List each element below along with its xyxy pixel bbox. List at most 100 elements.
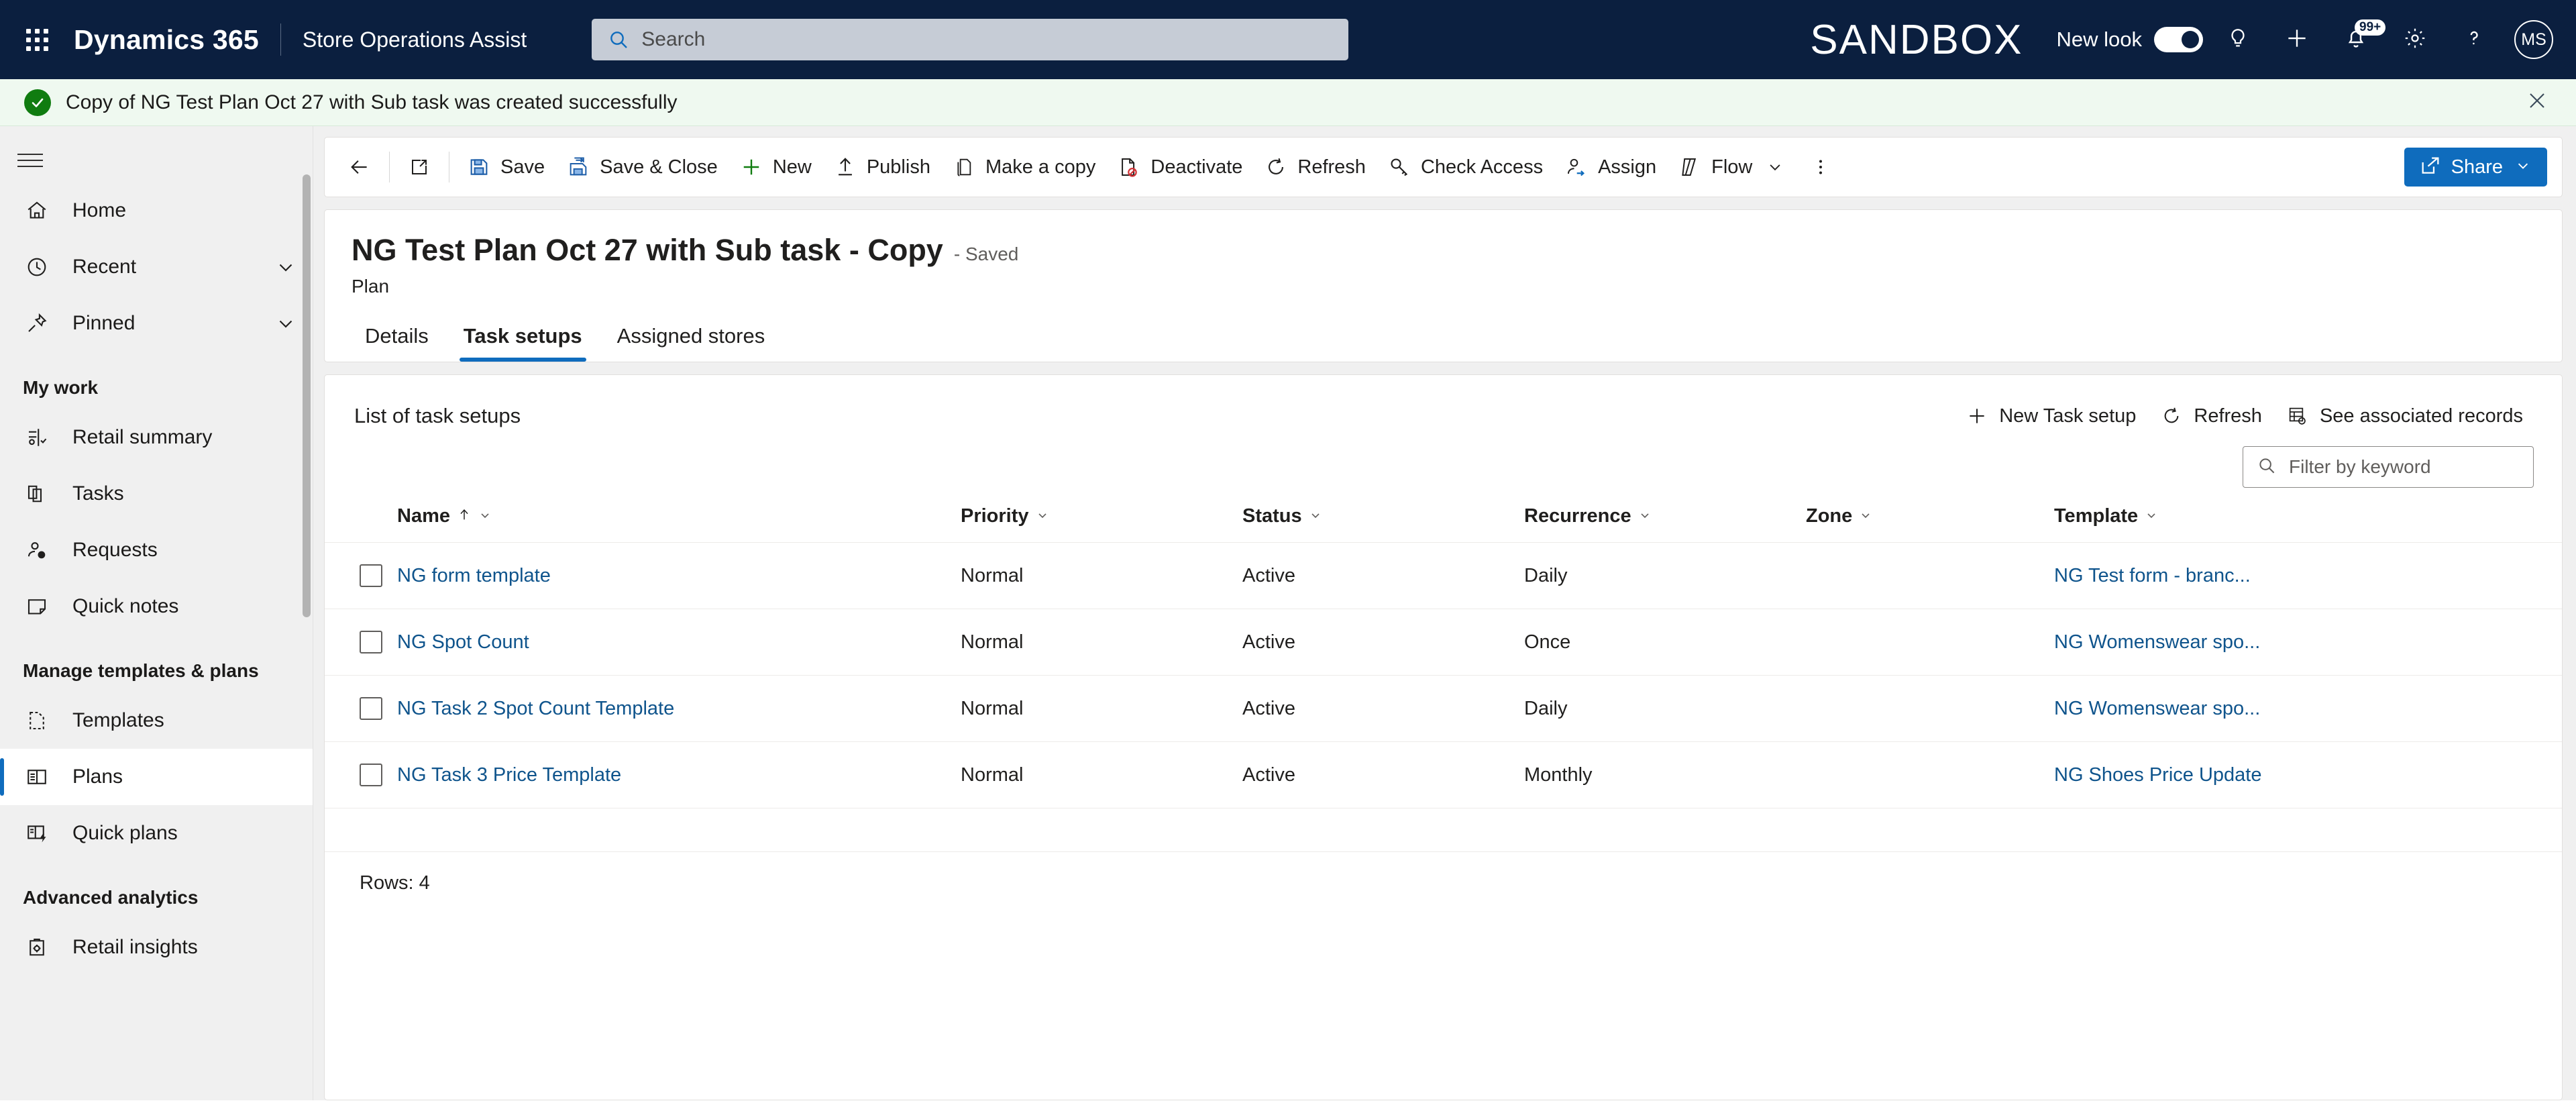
refresh-button[interactable]: Refresh [1253, 146, 1377, 189]
settings-button[interactable] [2391, 15, 2439, 64]
tab-assigned-stores[interactable]: Assigned stores [604, 324, 779, 362]
template-link[interactable]: NG Shoes Price Update [2054, 764, 2261, 786]
quick-create-button[interactable] [2273, 15, 2321, 64]
table-row[interactable]: NG Task 2 Spot Count Template Normal Act… [325, 675, 2562, 742]
cell-name[interactable]: NG form template [397, 542, 961, 609]
more-commands-button[interactable] [1798, 146, 1843, 189]
sidebar-item-quick-notes[interactable]: Quick notes [0, 578, 313, 635]
cell-template[interactable]: NG Shoes Price Update [2054, 741, 2562, 808]
row-checkbox-cell[interactable] [325, 542, 397, 609]
cell-name[interactable]: NG Task 2 Spot Count Template [397, 675, 961, 742]
column-header-priority[interactable]: Priority [961, 488, 1242, 543]
row-checkbox[interactable] [360, 697, 382, 720]
cell-name[interactable]: NG Task 3 Price Template [397, 741, 961, 808]
chevron-down-icon[interactable] [2514, 156, 2532, 178]
cell-template[interactable]: NG Test form - branc... [2054, 542, 2562, 609]
new-look-label: New look [2056, 28, 2143, 51]
template-link[interactable]: NG Womenswear spo... [2054, 631, 2260, 653]
record-link[interactable]: NG form template [397, 565, 551, 586]
chevron-down-icon[interactable] [1638, 505, 1652, 527]
select-all-header[interactable] [325, 488, 397, 543]
tab-details[interactable]: Details [352, 324, 442, 362]
search-icon [2257, 456, 2277, 479]
grid-refresh-button[interactable]: Refresh [2148, 397, 2274, 435]
global-search-box[interactable]: Search [592, 19, 1349, 60]
deactivate-button[interactable]: Deactivate [1106, 146, 1253, 189]
template-link[interactable]: NG Test form - branc... [2054, 565, 2251, 586]
cell-recurrence: Monthly [1524, 741, 1806, 808]
save-and-close-button[interactable]: Save & Close [555, 146, 729, 189]
flow-button[interactable]: Flow [1667, 146, 1798, 189]
column-header-recurrence[interactable]: Recurrence [1524, 488, 1806, 543]
sidebar-item-requests[interactable]: ? Requests [0, 522, 313, 578]
tab-task-setups[interactable]: Task setups [450, 324, 596, 362]
sidebar-collapse-button[interactable] [17, 138, 70, 182]
table-row[interactable]: NG Task 3 Price Template Normal Active M… [325, 741, 2562, 808]
waffle-icon [25, 28, 48, 51]
row-checkbox-cell[interactable] [325, 609, 397, 676]
sidebar-item-recent[interactable]: Recent [0, 239, 313, 295]
question-mark-icon [2463, 27, 2485, 53]
row-checkbox[interactable] [360, 764, 382, 786]
new-look-toggle[interactable] [2154, 27, 2203, 52]
sidebar-item-retail-insights[interactable]: Retail insights [0, 919, 313, 976]
user-avatar[interactable]: MS [2514, 20, 2553, 59]
cell-template[interactable]: NG Womenswear spo... [2054, 609, 2562, 676]
row-checkbox-cell[interactable] [325, 675, 397, 742]
row-checkbox[interactable] [360, 564, 382, 587]
publish-button[interactable]: Publish [822, 146, 941, 189]
notifications-button[interactable]: 99+ [2332, 15, 2386, 64]
sidebar-item-plans[interactable]: Plans [0, 749, 313, 805]
row-checkbox-cell[interactable] [325, 741, 397, 808]
chevron-down-icon[interactable] [274, 312, 297, 335]
chevron-down-icon[interactable] [274, 256, 297, 278]
cell-status: Active [1242, 609, 1524, 676]
row-checkbox[interactable] [360, 631, 382, 653]
environment-label: SANDBOX [1810, 16, 2023, 63]
back-button[interactable] [337, 146, 382, 189]
see-associated-records-button[interactable]: See associated records [2274, 397, 2535, 435]
template-link[interactable]: NG Womenswear spo... [2054, 698, 2260, 719]
cell-name[interactable]: NG Spot Count [397, 609, 961, 676]
sidebar-item-templates[interactable]: Templates [0, 692, 313, 749]
column-header-zone[interactable]: Zone [1806, 488, 2054, 543]
cell-template[interactable]: NG Womenswear spo... [2054, 675, 2562, 742]
record-link[interactable]: NG Task 2 Spot Count Template [397, 698, 674, 719]
refresh-icon [1264, 155, 1288, 179]
chevron-down-icon[interactable] [2145, 505, 2158, 527]
chevron-down-icon[interactable] [1036, 505, 1049, 527]
brand-title[interactable]: Dynamics 365 [74, 24, 259, 56]
record-link[interactable]: NG Spot Count [397, 631, 529, 653]
share-button[interactable]: Share [2404, 148, 2547, 187]
app-launcher-button[interactable] [17, 20, 56, 59]
notification-close-button[interactable] [2521, 87, 2553, 119]
chevron-down-icon[interactable] [1763, 155, 1787, 179]
make-a-copy-button[interactable]: Make a copy [941, 146, 1106, 189]
new-button[interactable]: New [729, 146, 822, 189]
overflow-ellipsis-icon [1809, 155, 1833, 179]
column-header-status[interactable]: Status [1242, 488, 1524, 543]
table-row[interactable]: NG form template Normal Active Daily NG … [325, 542, 2562, 609]
filter-by-keyword-input[interactable]: Filter by keyword [2243, 446, 2534, 488]
sidebar-item-retail-summary[interactable]: Retail summary [0, 409, 313, 466]
column-header-name[interactable]: Name [397, 488, 961, 543]
record-link[interactable]: NG Task 3 Price Template [397, 764, 621, 786]
chevron-down-icon[interactable] [478, 505, 492, 527]
save-button[interactable]: Save [456, 146, 555, 189]
table-row[interactable]: NG Spot Count Normal Active Once NG Wome… [325, 609, 2562, 676]
chevron-down-icon[interactable] [1309, 505, 1322, 527]
help-button[interactable] [2450, 15, 2498, 64]
column-header-template[interactable]: Template [2054, 488, 2562, 543]
new-task-setup-button[interactable]: New Task setup [1953, 397, 2148, 435]
sidebar-item-tasks[interactable]: Tasks [0, 466, 313, 522]
check-access-button[interactable]: Check Access [1377, 146, 1554, 189]
sidebar-item-home[interactable]: Home [0, 182, 313, 239]
tips-lightbulb-button[interactable] [2214, 15, 2262, 64]
sidebar-scrollbar[interactable] [303, 174, 311, 617]
chevron-down-icon[interactable] [1859, 505, 1872, 527]
open-in-new-window-button[interactable] [396, 146, 442, 189]
assign-button[interactable]: Assign [1554, 146, 1667, 189]
sidebar-item-quick-plans[interactable]: Quick plans [0, 805, 313, 861]
sidebar-item-pinned[interactable]: Pinned [0, 295, 313, 352]
app-name[interactable]: Store Operations Assist [303, 28, 527, 52]
